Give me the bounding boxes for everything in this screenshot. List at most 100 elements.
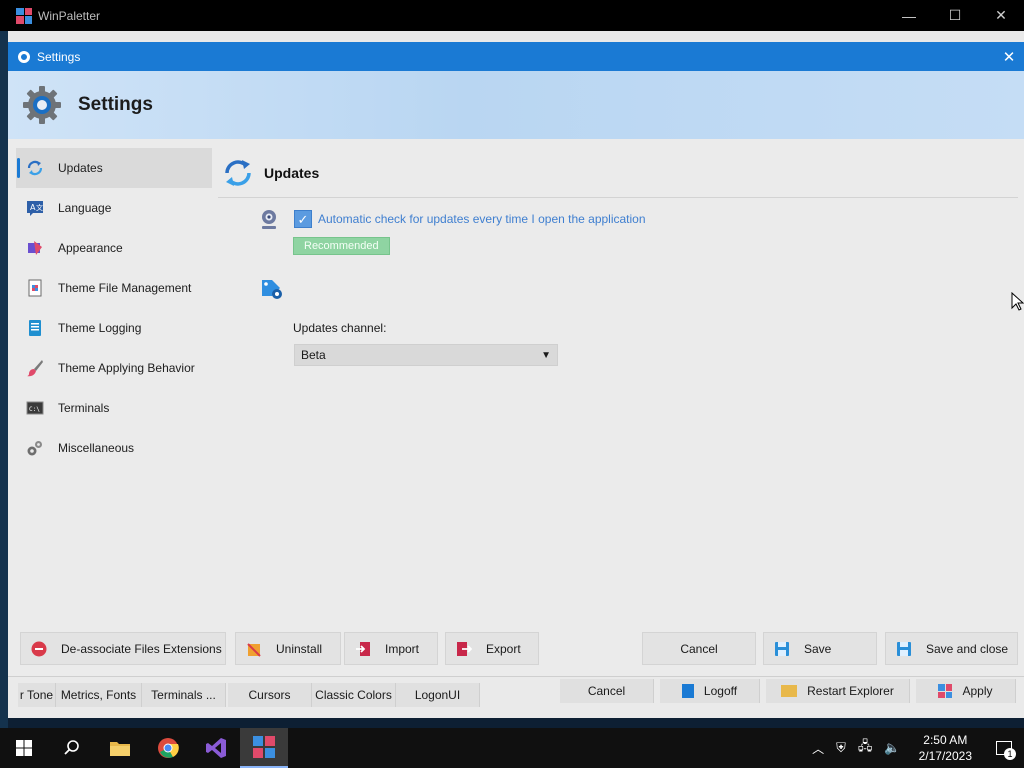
deassociate-button[interactable]: De-associate Files Extensions: [20, 632, 226, 665]
tab-metrics-fonts[interactable]: Metrics, Fonts: [56, 683, 142, 707]
sidebar-item-language[interactable]: A文 Language: [16, 188, 212, 228]
main-cancel-button[interactable]: Cancel: [560, 679, 654, 703]
save-icon: [774, 641, 790, 657]
main-window-body: [8, 31, 1024, 42]
cancel-button[interactable]: Cancel: [642, 632, 756, 665]
settings-gear-icon: [23, 86, 61, 124]
page-title: Settings: [78, 94, 153, 115]
save-label: Save: [804, 641, 832, 656]
recommended-badge: Recommended: [293, 237, 390, 255]
settings-titlebar: Settings ✕: [8, 42, 1024, 71]
security-icon[interactable]: ⛨: [836, 740, 846, 756]
cancel-label: Cancel: [680, 641, 718, 656]
sidebar-item-terminals[interactable]: C:\ Terminals: [16, 388, 212, 428]
clock-date: 2/17/2023: [918, 749, 972, 763]
import-label: Import: [385, 641, 420, 656]
settings-title: Settings: [37, 49, 81, 64]
system-tray: ︿ ⛨ 🖧 🔈 2:50 AM 2/17/2023 1: [806, 728, 1024, 768]
sync-icon: [225, 159, 251, 186]
sidebar-item-theme-logging[interactable]: Theme Logging: [16, 308, 212, 348]
clock-time: 2:50 AM: [923, 733, 968, 747]
sync-icon: [26, 159, 44, 177]
save-and-close-button[interactable]: Save and close: [885, 632, 1018, 665]
visual-studio-button[interactable]: [192, 728, 240, 768]
chrome-button[interactable]: [144, 728, 192, 768]
section-title: Updates: [264, 164, 320, 181]
sidebar-item-miscellaneous[interactable]: Miscellaneous: [16, 428, 212, 468]
folder-icon: [110, 742, 130, 756]
sidebar-item-label: Theme Applying Behavior: [58, 361, 195, 375]
minimize-button[interactable]: —: [886, 0, 932, 31]
save-button[interactable]: Save: [763, 632, 877, 665]
tab-logonui[interactable]: LogonUI: [396, 683, 480, 707]
sidebar-item-updates[interactable]: Updates: [16, 148, 212, 188]
settings-close-button[interactable]: ✕: [994, 48, 1024, 66]
channel-label: Updates channel:: [293, 321, 387, 335]
gears-icon: [26, 439, 44, 457]
auto-check-label[interactable]: Automatic check for updates every time I…: [318, 212, 646, 226]
settings-sidebar: Updates A文 Language Appearance Theme Fil…: [16, 148, 212, 468]
settings-header: Settings: [8, 71, 1024, 139]
uninstall-button[interactable]: Uninstall: [235, 632, 341, 665]
deassociate-label: De-associate Files Extensions: [61, 641, 222, 656]
export-label: Export: [486, 641, 521, 656]
windows-logo-icon: [16, 740, 32, 756]
sidebar-item-theme-applying-behavior[interactable]: Theme Applying Behavior: [16, 348, 212, 388]
channel-tag-icon: [262, 280, 282, 299]
uninstall-label: Uninstall: [276, 641, 323, 656]
winpaletter-icon: [253, 736, 275, 758]
sidebar-item-theme-file-management[interactable]: Theme File Management: [16, 268, 212, 308]
channel-selected-value: Beta: [301, 348, 326, 362]
tab-terminals[interactable]: Terminals ...: [142, 683, 226, 707]
winpaletter-taskbar-button[interactable]: [240, 728, 288, 768]
logoff-icon: [681, 684, 694, 698]
close-button[interactable]: ✕: [978, 0, 1024, 31]
auto-check-row: ✓ Automatic check for updates every time…: [258, 208, 646, 230]
sidebar-item-label: Miscellaneous: [58, 441, 135, 455]
notification-center-button[interactable]: 1: [984, 728, 1024, 768]
volume-icon[interactable]: 🔈: [884, 740, 900, 756]
apply-label: Apply: [962, 684, 993, 698]
webcam-update-icon: [262, 210, 276, 229]
language-icon: A文: [26, 199, 44, 217]
chevron-up-icon[interactable]: ︿: [812, 740, 824, 757]
file-explorer-button[interactable]: [96, 728, 144, 768]
winpaletter-app-icon: [16, 7, 32, 24]
taskbar: ︿ ⛨ 🖧 🔈 2:50 AM 2/17/2023 1: [0, 728, 1024, 768]
apply-button[interactable]: Apply: [916, 679, 1016, 703]
tab-tone[interactable]: r Tone: [18, 683, 56, 707]
search-button[interactable]: [48, 728, 96, 768]
terminal-icon: C:\: [26, 399, 44, 417]
tab-classic-colors[interactable]: Classic Colors: [312, 683, 396, 707]
export-button[interactable]: Export: [445, 632, 539, 665]
chevron-down-icon: ▼: [541, 349, 551, 361]
network-icon[interactable]: 🖧: [858, 737, 873, 759]
channel-dropdown[interactable]: Beta ▼: [294, 344, 558, 366]
appearance-icon: [26, 239, 44, 257]
export-icon: [456, 641, 472, 657]
clock[interactable]: 2:50 AM 2/17/2023: [919, 732, 972, 764]
restart-explorer-label: Restart Explorer: [807, 684, 894, 698]
save-and-close-label: Save and close: [926, 641, 1009, 656]
import-icon: [355, 641, 371, 657]
main-window-title: WinPaletter: [38, 8, 101, 23]
sidebar-item-label: Appearance: [58, 241, 123, 255]
maximize-button[interactable]: ☐: [932, 0, 978, 31]
sidebar-item-label: Updates: [58, 161, 103, 175]
explorer-folder-icon: [781, 685, 798, 697]
logoff-button[interactable]: Logoff: [660, 679, 760, 703]
auto-check-checkbox[interactable]: ✓: [294, 210, 312, 228]
import-button[interactable]: Import: [344, 632, 438, 665]
sidebar-item-appearance[interactable]: Appearance: [16, 228, 212, 268]
uninstall-icon: [246, 641, 262, 657]
restart-explorer-button[interactable]: Restart Explorer: [766, 679, 910, 703]
tab-cursors[interactable]: Cursors: [228, 683, 312, 707]
main-window-toolbar: r Tone Metrics, Fonts Terminals ... Curs…: [8, 676, 1024, 718]
main-window-titlebar: WinPaletter — ☐ ✕: [0, 0, 1024, 31]
start-button[interactable]: [0, 728, 48, 768]
visual-studio-icon: [206, 738, 226, 758]
remove-icon: [31, 641, 47, 657]
search-icon: [64, 740, 79, 755]
desktop-background: [0, 31, 8, 728]
winpaletter-apply-icon: [938, 684, 953, 698]
